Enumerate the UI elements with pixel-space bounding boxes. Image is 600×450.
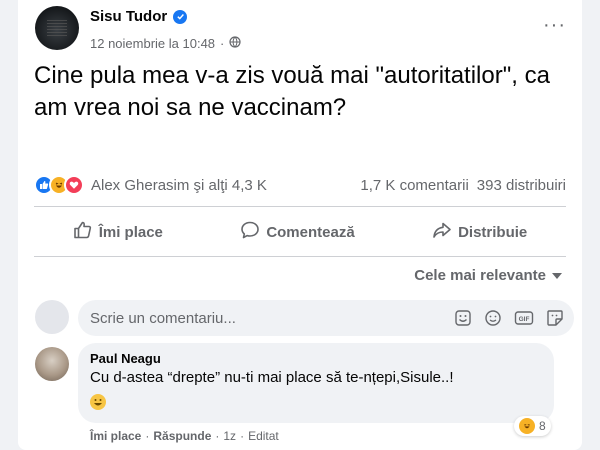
divider-top	[34, 206, 566, 207]
more-options-icon[interactable]: ···	[543, 15, 566, 35]
comments-sort-dropdown[interactable]: Cele mai relevante	[414, 267, 562, 284]
post-meta: 12 noiembrie la 10:48 ·	[90, 36, 241, 51]
comment-input-tools: GIF	[454, 309, 564, 327]
love-icon[interactable]	[64, 175, 84, 195]
comment-input-placeholder: Scrie un comentariu...	[90, 309, 236, 327]
verified-badge-icon	[173, 9, 188, 24]
post-actions: Îmi place Comentează Distribuie	[34, 212, 566, 252]
dot-separator: ·	[240, 429, 245, 443]
post-counts: 1,7 K comentarii 393 distribuiri	[360, 177, 566, 194]
meta-separator: ·	[220, 36, 225, 51]
sticker-icon[interactable]	[546, 309, 564, 327]
dot-separator: ·	[215, 429, 220, 443]
post-card: Sisu Tudor 12 noiembrie la 10:48 · ··· C…	[18, 0, 582, 450]
comment-text: Cu d-astea “drepte” nu-ti mai place să t…	[90, 369, 454, 386]
share-button-label: Distribuie	[458, 223, 528, 241]
comment-time[interactable]: 1z	[223, 429, 236, 443]
commenter-avatar[interactable]	[35, 347, 69, 381]
caret-down-icon	[552, 272, 562, 279]
dot-separator: ·	[145, 429, 150, 443]
reactions-row: Alex Gherasim şi alţi 4,3 K 1,7 K coment…	[34, 172, 566, 198]
reactions-summary[interactable]: Alex Gherasim şi alţi 4,3 K	[91, 177, 267, 194]
current-user-avatar[interactable]	[35, 300, 69, 334]
comment-bubble: Paul Neagu Cu d-astea “drepte” nu-ti mai…	[78, 343, 554, 423]
haha-icon	[519, 418, 535, 434]
comment-reply-link[interactable]: Răspunde	[153, 429, 211, 443]
gif-icon[interactable]: GIF	[514, 309, 534, 327]
post-date[interactable]: 12 noiembrie la 10:48	[90, 36, 215, 51]
like-button-label: Îmi place	[98, 223, 163, 241]
like-button[interactable]: Îmi place	[59, 214, 177, 250]
comment-bubble-icon	[240, 220, 260, 244]
divider-bottom	[34, 256, 566, 257]
comment-reactions[interactable]: 8	[514, 416, 551, 436]
svg-text:GIF: GIF	[519, 316, 530, 323]
author-name[interactable]: Sisu Tudor	[90, 8, 167, 25]
post-header: Sisu Tudor	[90, 8, 188, 25]
commenter-name[interactable]: Paul Neagu	[90, 351, 542, 366]
grinning-emoji-icon	[90, 394, 106, 410]
comment-like-link[interactable]: Îmi place	[90, 429, 141, 443]
camera-icon[interactable]	[484, 309, 502, 327]
comment-button-label: Comentează	[266, 223, 355, 241]
comment-actions: Îmi place · Răspunde · 1z · Editat	[90, 429, 279, 443]
comment-input[interactable]: Scrie un comentariu... GIF	[78, 300, 574, 336]
comment-reaction-count: 8	[539, 419, 546, 433]
author-avatar[interactable]	[35, 6, 79, 50]
comment-edited-label[interactable]: Editat	[248, 429, 279, 443]
share-arrow-icon	[432, 220, 452, 244]
globe-icon[interactable]	[229, 36, 241, 51]
comment-button[interactable]: Comentează	[226, 214, 368, 250]
thumbs-up-icon	[73, 220, 93, 244]
sort-label: Cele mai relevante	[414, 267, 546, 284]
post-text: Cine pula mea v-a zis vouă mai "autorita…	[34, 62, 550, 121]
share-button[interactable]: Distribuie	[418, 214, 541, 250]
comments-count[interactable]: 1,7 K comentarii	[360, 177, 468, 194]
shares-count[interactable]: 393 distribuiri	[477, 177, 566, 194]
sticker-smile-icon[interactable]	[454, 309, 472, 327]
